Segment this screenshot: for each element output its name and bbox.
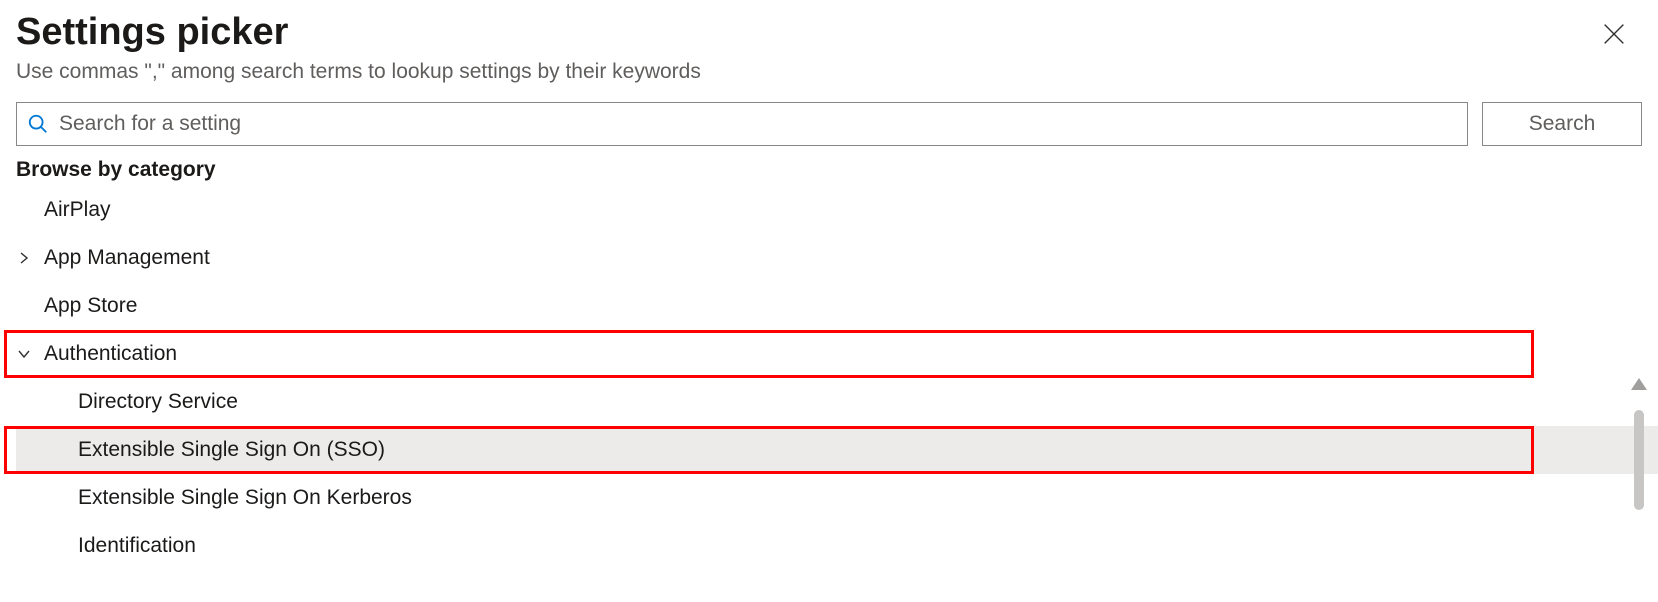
subcategory-label: Directory Service [78,390,238,414]
category-app-store[interactable]: App Store [16,282,1658,330]
search-box[interactable] [16,102,1468,146]
category-label: AirPlay [44,198,111,222]
search-icon [27,113,49,135]
category-authentication[interactable]: Authentication [16,330,1658,378]
subcategory-directory-service[interactable]: Directory Service [16,378,1658,426]
search-button[interactable]: Search [1482,102,1642,146]
scroll-up-icon[interactable] [1631,378,1647,390]
subcategory-label: Extensible Single Sign On (SSO) [78,438,385,462]
subcategory-identification[interactable]: Identification [16,522,1658,570]
subcategory-extensible-sso-kerberos[interactable]: Extensible Single Sign On Kerberos [16,474,1658,522]
subcategory-label: Extensible Single Sign On Kerberos [78,486,412,510]
category-label: App Store [44,294,137,318]
search-input[interactable] [59,112,1457,136]
category-airplay[interactable]: AirPlay [16,186,1658,234]
page-title: Settings picker [16,10,1642,56]
close-button[interactable] [1598,18,1630,50]
chevron-right-icon [16,250,44,266]
subcategory-extensible-sso[interactable]: Extensible Single Sign On (SSO) [16,426,1658,474]
category-app-management[interactable]: App Management [16,234,1658,282]
category-tree: AirPlay App Management App Store Authent… [0,186,1658,570]
category-label: App Management [44,246,210,270]
category-label: Authentication [44,342,177,366]
browse-by-category-label: Browse by category [0,158,1658,182]
scroll-thumb[interactable] [1634,410,1644,510]
chevron-down-icon [16,346,44,362]
scrollbar[interactable] [1630,378,1648,570]
subcategory-label: Identification [78,534,196,558]
page-subtitle: Use commas "," among search terms to loo… [16,60,1642,84]
close-icon [1600,20,1628,48]
